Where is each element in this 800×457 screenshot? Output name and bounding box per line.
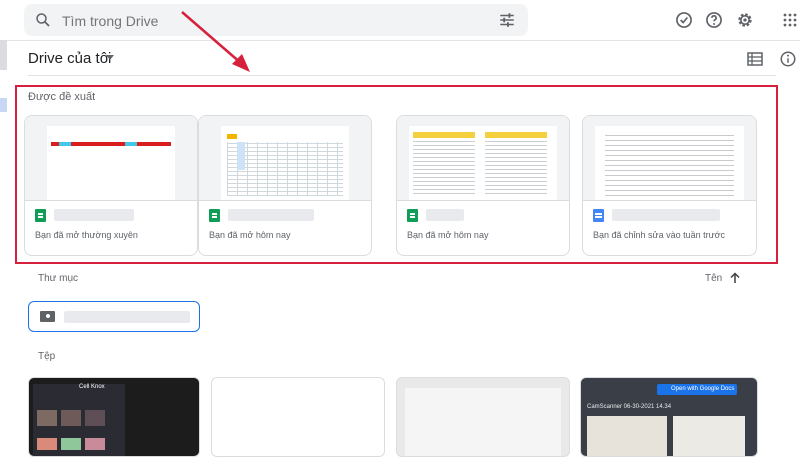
divider — [0, 40, 800, 41]
help-icon[interactable] — [704, 10, 724, 30]
left-edge-marker — [0, 98, 7, 112]
sheet-preview — [221, 126, 349, 200]
file-card[interactable] — [211, 377, 385, 457]
file-thumbnail — [583, 116, 756, 201]
suggested-card[interactable]: Bạn đã chỉnh sửa vào tuần trước — [582, 115, 757, 256]
suggested-title: Được đề xuất — [28, 91, 96, 103]
search-bar[interactable] — [24, 4, 528, 36]
file-thumbnail — [397, 116, 569, 201]
card-activity: Bạn đã mở hôm nay — [209, 230, 291, 240]
file-thumbnail — [25, 116, 197, 201]
suggested-card[interactable]: Bạn đã mở hôm nay — [198, 115, 372, 256]
sheets-file-icon — [35, 209, 46, 222]
search-input[interactable] — [60, 10, 464, 32]
folders-title: Thư mục — [38, 273, 79, 284]
sheets-file-icon — [407, 209, 418, 222]
file-preview-text: CamScanner 06-30-2021 14.34 — [587, 404, 672, 410]
tune-icon[interactable] — [498, 11, 516, 29]
sheet-preview — [409, 126, 557, 200]
suggested-card[interactable]: Bạn đã mở hôm nay — [396, 115, 570, 256]
suggested-card[interactable]: Bạn đã mở thường xuyên — [24, 115, 198, 256]
file-name-blurred — [228, 209, 314, 221]
folder-name-blurred — [64, 311, 190, 323]
info-icon[interactable] — [779, 50, 797, 68]
gear-icon[interactable] — [735, 10, 755, 30]
file-card[interactable]: Cell Knox — [28, 377, 200, 457]
sort-label[interactable]: Tên — [705, 273, 722, 284]
card-activity: Bạn đã mở thường xuyên — [35, 230, 138, 240]
chevron-down-icon[interactable] — [106, 55, 114, 60]
left-edge-bar — [0, 40, 7, 70]
file-preview-text: Cell Knox — [79, 384, 105, 390]
doc-preview — [595, 126, 744, 200]
check-circle-icon[interactable] — [674, 10, 694, 30]
file-name-blurred — [612, 209, 720, 221]
list-view-icon[interactable] — [747, 52, 763, 66]
card-activity: Bạn đã chỉnh sửa vào tuần trước — [593, 230, 726, 240]
folder-shared-icon — [40, 311, 55, 322]
files-title: Tệp — [38, 351, 56, 362]
sheets-file-icon — [209, 209, 220, 222]
file-name-blurred — [426, 209, 464, 221]
sort-arrow-icon[interactable] — [729, 272, 741, 284]
sheet-preview — [47, 126, 175, 200]
card-activity: Bạn đã mở hôm nay — [407, 230, 489, 240]
apps-icon[interactable] — [780, 10, 800, 30]
divider — [28, 75, 776, 76]
folder-item[interactable] — [28, 301, 200, 332]
annotation-arrow — [181, 11, 250, 72]
search-icon[interactable] — [34, 11, 52, 29]
docs-file-icon — [593, 209, 604, 222]
open-with-docs-label[interactable]: Open with Google Docs — [671, 386, 734, 392]
file-card[interactable]: Open with Google Docs CamScanner 06-30-2… — [580, 377, 758, 457]
file-card[interactable] — [396, 377, 570, 457]
file-thumbnail — [199, 116, 371, 201]
file-name-blurred — [54, 209, 134, 221]
page-title[interactable]: Drive của tôi — [28, 50, 111, 67]
